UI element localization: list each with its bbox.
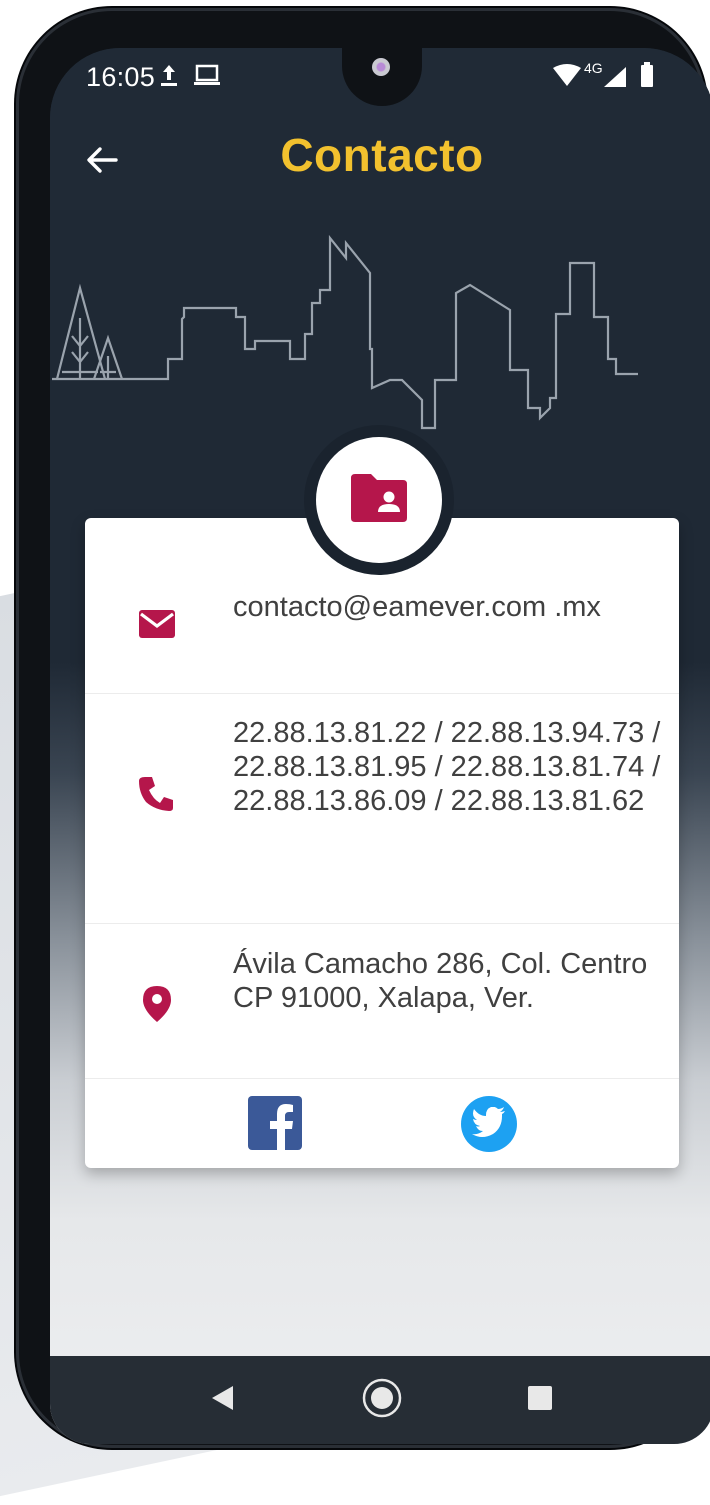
battery-icon — [640, 62, 654, 92]
contact-address-text: Ávila Camacho 286, Col. Centro CP 91000,… — [233, 948, 648, 1014]
contact-card: contacto@eamever.com .mx 22.88.13.81.22 … — [85, 518, 679, 1168]
page-title: Contacto — [280, 129, 484, 181]
contact-phone-row[interactable]: 22.88.13.81.22 / 22.88.13.94.73 / 22.88.… — [85, 693, 679, 924]
facebook-icon — [248, 1104, 302, 1150]
square-recents-icon — [526, 1384, 554, 1416]
front-camera — [372, 58, 390, 76]
contact-email-text: contacto@eamever.com .mx — [233, 591, 601, 623]
contact-address-row[interactable]: Ávila Camacho 286, Col. Centro CP 91000,… — [85, 923, 679, 1079]
twitter-icon — [472, 1106, 506, 1141]
triangle-back-icon — [209, 1384, 235, 1416]
phone-icon — [137, 775, 175, 817]
twitter-button[interactable] — [461, 1096, 517, 1152]
upload-icon — [158, 62, 180, 92]
nav-home-button[interactable] — [360, 1378, 404, 1422]
laptop-icon — [192, 62, 222, 92]
contact-folder-icon — [347, 472, 411, 528]
envelope-icon — [137, 608, 177, 644]
contact-phone-text: 22.88.13.81.22 / 22.88.13.94.73 / 22.88.… — [233, 717, 661, 817]
contact-badge — [304, 425, 454, 575]
nav-recents-button[interactable] — [518, 1378, 562, 1422]
phone-frame: 16:05 4G Contacto contacto@eamever.com .… — [16, 8, 710, 1448]
circle-home-icon — [361, 1377, 403, 1423]
wifi-icon — [552, 64, 582, 92]
app-header: 16:05 4G Contacto — [50, 48, 710, 210]
map-pin-icon — [141, 984, 173, 1028]
facebook-button[interactable] — [248, 1096, 302, 1150]
status-time: 16:05 — [86, 62, 156, 92]
system-nav-bar — [50, 1356, 710, 1444]
network-type-label: 4G — [584, 60, 603, 76]
social-links — [85, 1078, 679, 1168]
signal-icon — [602, 66, 628, 92]
app-screen: 16:05 4G Contacto contacto@eamever.com .… — [50, 48, 710, 1444]
nav-back-button[interactable] — [200, 1378, 244, 1422]
